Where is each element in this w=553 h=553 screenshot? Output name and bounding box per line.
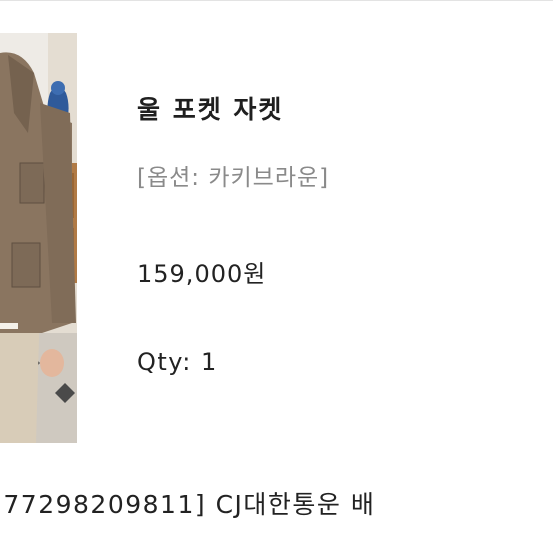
product-name[interactable]: 울 포켓 자켓 bbox=[137, 90, 283, 126]
order-detail-page: 울 포켓 자켓 [옵션: 카키브라운] 159,000원 Qty: 1 5772… bbox=[0, 0, 553, 553]
product-thumbnail[interactable] bbox=[0, 33, 77, 443]
product-price: 159,000원 bbox=[137, 260, 267, 288]
top-divider bbox=[0, 0, 553, 1]
product-quantity: Qty: 1 bbox=[137, 348, 218, 376]
product-photo-jacket bbox=[0, 33, 77, 443]
product-option: [옵션: 카키브라운] bbox=[137, 165, 330, 191]
shipping-tracking-line[interactable]: 577298209811] CJ대한통운 배 bbox=[0, 485, 375, 521]
